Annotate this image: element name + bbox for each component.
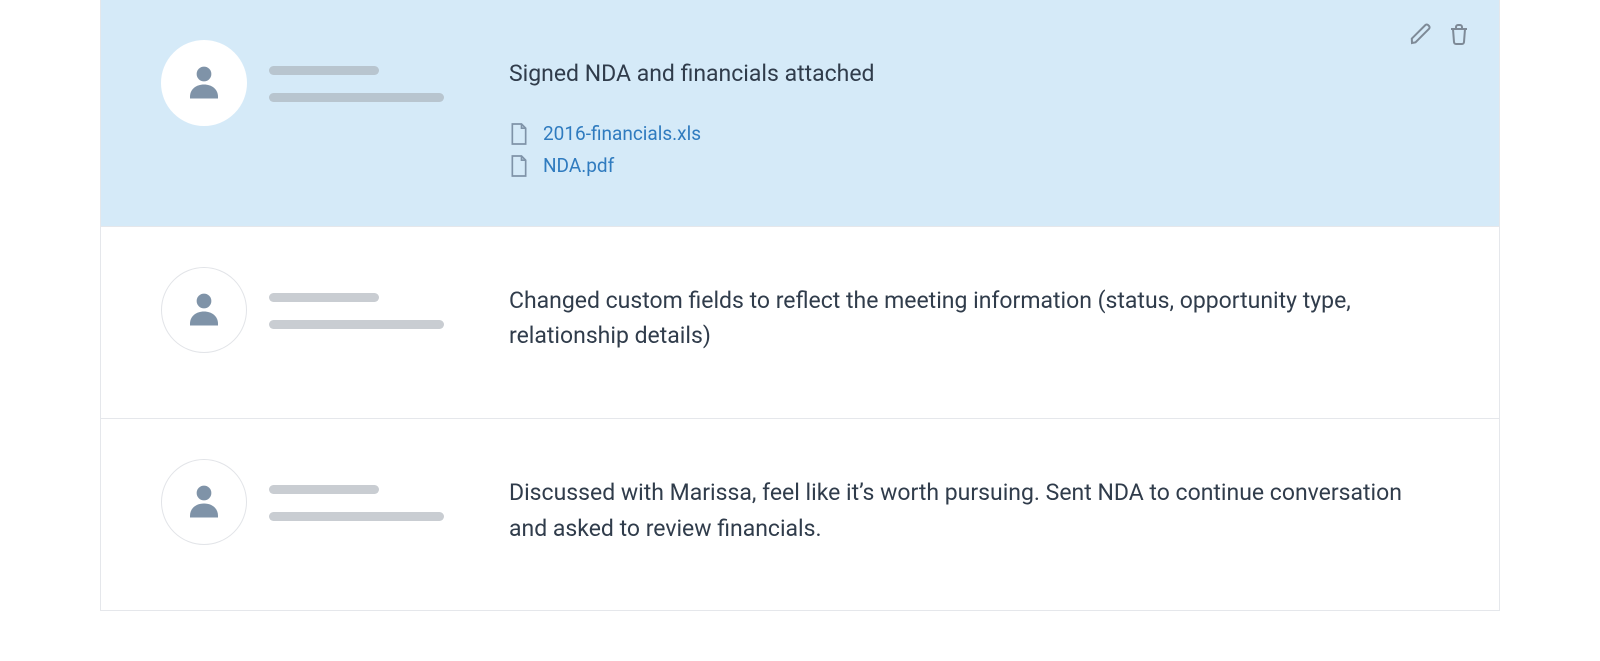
- edit-icon[interactable]: [1409, 22, 1433, 46]
- activity-text: Signed NDA and financials attached: [509, 56, 1439, 92]
- trash-icon[interactable]: [1447, 22, 1471, 46]
- user-icon: [183, 287, 225, 333]
- activity-text: Discussed with Marissa, feel like it’s w…: [509, 475, 1439, 546]
- file-icon: [509, 154, 529, 178]
- meta-column: [269, 40, 469, 120]
- content-column: Changed custom fields to reflect the mee…: [509, 267, 1439, 378]
- user-icon: [183, 479, 225, 525]
- user-icon: [183, 60, 225, 106]
- attachment-name: 2016-financials.xls: [543, 122, 701, 145]
- meta-column: [269, 459, 469, 539]
- activity-item[interactable]: Changed custom fields to reflect the mee…: [101, 227, 1499, 419]
- meta-column: [269, 267, 469, 347]
- content-column: Signed NDA and financials attached 2016-…: [509, 40, 1439, 186]
- meta-placeholder: [269, 93, 444, 102]
- activity-item[interactable]: Discussed with Marissa, feel like it’s w…: [101, 419, 1499, 611]
- avatar-column: [161, 267, 247, 353]
- avatar: [161, 459, 247, 545]
- avatar: [161, 40, 247, 126]
- activity-feed: Signed NDA and financials attached 2016-…: [100, 0, 1500, 611]
- attachments: 2016-financials.xls NDA.pdf: [509, 122, 1439, 178]
- content-column: Discussed with Marissa, feel like it’s w…: [509, 459, 1439, 570]
- file-icon: [509, 122, 529, 146]
- attachment-name: NDA.pdf: [543, 154, 614, 177]
- activity-item[interactable]: Signed NDA and financials attached 2016-…: [101, 0, 1499, 227]
- meta-placeholder: [269, 66, 379, 75]
- avatar-column: [161, 40, 247, 126]
- avatar: [161, 267, 247, 353]
- meta-placeholder: [269, 512, 444, 521]
- attachment-link[interactable]: NDA.pdf: [509, 154, 1439, 178]
- meta-placeholder: [269, 293, 379, 302]
- activity-text: Changed custom fields to reflect the mee…: [509, 283, 1439, 354]
- avatar-column: [161, 459, 247, 545]
- item-actions: [1409, 22, 1471, 46]
- attachment-link[interactable]: 2016-financials.xls: [509, 122, 1439, 146]
- meta-placeholder: [269, 485, 379, 494]
- meta-placeholder: [269, 320, 444, 329]
